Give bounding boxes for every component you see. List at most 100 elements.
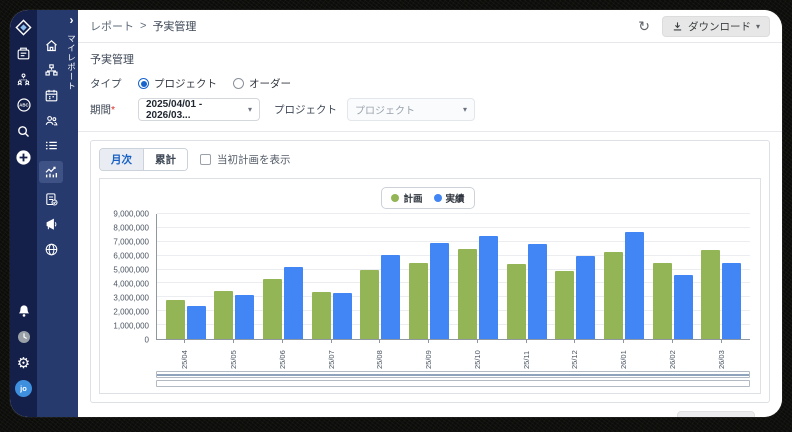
x-tick-25/09: 25/09	[409, 340, 449, 369]
org-people-icon[interactable]	[14, 70, 33, 88]
world-clock-icon[interactable]	[14, 328, 33, 346]
secondary-sidebar	[37, 10, 65, 417]
bar-実績-26/02	[674, 275, 693, 339]
tab-0[interactable]: 月次	[100, 149, 143, 170]
bar-実績-25/07	[333, 293, 352, 339]
breadcrumb: レポート > 予実管理	[90, 18, 196, 34]
download-caret-icon: ▾	[756, 22, 760, 31]
type-radio-1[interactable]: オーダー	[233, 76, 291, 91]
download-button[interactable]: ダウンロード ▾	[662, 16, 770, 37]
bar-group-26/02	[653, 214, 693, 339]
y-tick-label: 8,000,000	[113, 224, 149, 233]
bar-実績-25/05	[235, 295, 254, 339]
add-plus-icon[interactable]	[14, 148, 33, 166]
period-select[interactable]: 2025/04/01 - 2026/03... ▾	[138, 98, 260, 121]
bar-計画-25/12	[555, 271, 574, 339]
breadcrumb-reports[interactable]: レポート	[90, 18, 134, 34]
bar-実績-25/10	[479, 236, 498, 339]
bar-計画-26/02	[653, 263, 672, 339]
bar-実績-25/11	[528, 244, 547, 339]
y-axis-labels: 01,000,0002,000,0003,000,0004,000,0005,0…	[106, 214, 156, 340]
radio-dot-icon	[138, 78, 149, 89]
x-axis-labels: 25/0425/0525/0625/0725/0825/0925/1025/11…	[156, 340, 750, 369]
bar-group-26/01	[604, 214, 644, 339]
view-tab-group: 月次累計	[99, 148, 188, 171]
user-avatar[interactable]: jo	[15, 380, 32, 397]
analytics-chart-icon[interactable]	[39, 161, 63, 183]
display-toggles-row: マイルストーンを表示 オーダー全体の原価率を表示 全てのプロジェクトを表示 損益シート	[78, 403, 782, 417]
x-tick-25/06: 25/06	[262, 340, 302, 369]
home-icon[interactable]	[42, 36, 61, 54]
bar-group-26/03	[701, 214, 741, 339]
legend-swatch-icon	[434, 194, 442, 202]
chart-legend: 計画実績	[381, 187, 474, 209]
x-tick-25/11: 25/11	[506, 340, 546, 369]
refresh-icon[interactable]: ↻	[638, 19, 650, 33]
task-list-icon[interactable]	[42, 136, 61, 154]
project-select[interactable]: プロジェクト ▾	[347, 98, 475, 121]
abc-badge-icon[interactable]: ABC	[14, 96, 33, 114]
x-tick-26/01: 26/01	[604, 340, 644, 369]
bar-実績-25/09	[430, 243, 449, 339]
logo-diamond-icon[interactable]	[14, 18, 33, 36]
my-report-drawer-tab[interactable]: マイレポート	[66, 34, 78, 91]
type-radio-group: プロジェクト オーダー	[138, 76, 307, 91]
calendar-icon[interactable]	[42, 86, 61, 104]
y-tick-label: 2,000,000	[113, 308, 149, 317]
breadcrumb-separator: >	[140, 20, 146, 32]
checkbox-box	[200, 154, 211, 165]
report-check-icon[interactable]	[42, 190, 61, 208]
project-label: プロジェクト	[274, 102, 337, 117]
settings-gear-icon[interactable]: ⚙	[14, 354, 33, 372]
navigator-scroll-bar[interactable]	[156, 380, 750, 387]
filter-section: 予実管理 タイプ プロジェクトオーダー 期間* 2025/04/01 - 202…	[78, 43, 782, 132]
bar-chart: 計画実績 01,000,0002,000,0003,000,0004,000,0…	[99, 178, 761, 394]
x-tick-26/03: 26/03	[701, 340, 741, 369]
type-radio-0[interactable]: プロジェクト	[138, 76, 217, 91]
type-label: タイプ	[90, 76, 138, 91]
sheet-selector-button[interactable]: 損益シート	[677, 411, 755, 417]
toggle-item-1: オーダー全体の原価率を表示	[235, 416, 396, 417]
legend-swatch-icon	[391, 194, 399, 202]
y-tick-label: 3,000,000	[113, 294, 149, 303]
required-mark: *	[111, 104, 115, 116]
bar-実績-25/04	[187, 306, 206, 339]
tab-1[interactable]: 累計	[143, 149, 187, 170]
expand-chevron-icon[interactable]: ›	[70, 14, 74, 26]
bar-group-25/09	[409, 214, 449, 339]
period-caret-icon: ▾	[240, 105, 252, 114]
megaphone-icon[interactable]	[42, 215, 61, 233]
period-label: 期間*	[90, 102, 138, 117]
x-tick-25/05: 25/05	[214, 340, 254, 369]
page-header: レポート > 予実管理 ↻ ダウンロード ▾	[78, 10, 782, 43]
toggle-item-0: マイルストーンを表示	[90, 416, 221, 417]
bar-group-25/08	[360, 214, 400, 339]
search-icon[interactable]	[14, 122, 33, 140]
y-tick-label: 4,000,000	[113, 280, 149, 289]
toggle-item-2: 全てのプロジェクトを表示	[410, 416, 561, 417]
workflow-icon[interactable]	[42, 61, 61, 79]
initial-plan-checkbox[interactable]: 当初計画を表示	[200, 152, 291, 167]
members-icon[interactable]	[42, 111, 61, 129]
download-label: ダウンロード	[688, 19, 751, 34]
bar-group-25/11	[507, 214, 547, 339]
bar-計画-25/05	[214, 291, 233, 339]
bar-group-25/05	[214, 214, 254, 339]
bar-実績-26/01	[625, 232, 644, 339]
y-tick-label: 9,000,000	[113, 210, 149, 219]
bar-計画-25/10	[458, 249, 477, 339]
notifications-bell-icon[interactable]	[14, 302, 33, 320]
bar-計画-25/06	[263, 279, 282, 339]
globe-icon[interactable]	[42, 240, 61, 258]
x-tick-25/08: 25/08	[360, 340, 400, 369]
y-tick-label: 6,000,000	[113, 252, 149, 261]
period-value: 2025/04/01 - 2026/03...	[146, 99, 240, 121]
primary-sidebar: ABC ⚙ jo	[10, 10, 37, 417]
documents-icon[interactable]	[14, 44, 33, 62]
x-tick-25/07: 25/07	[311, 340, 351, 369]
breadcrumb-current: 予実管理	[152, 18, 196, 34]
download-icon	[672, 21, 683, 32]
navigator-range-bar[interactable]	[156, 371, 750, 378]
bar-group-25/04	[166, 214, 206, 339]
x-tick-25/10: 25/10	[457, 340, 497, 369]
